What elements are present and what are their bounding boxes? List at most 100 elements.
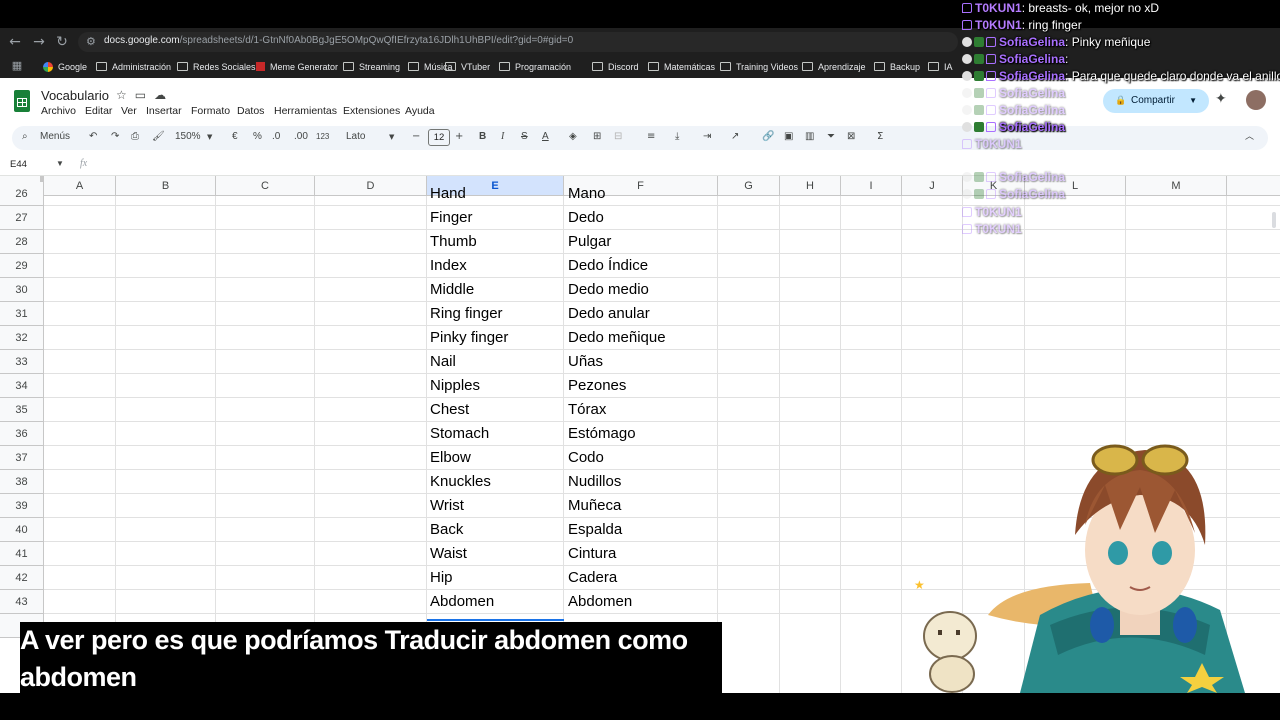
text-wrap-icon[interactable]: ⇥ xyxy=(703,129,711,145)
cell-spanish[interactable]: Pezones xyxy=(568,374,626,398)
column-header-i[interactable]: I xyxy=(841,176,902,196)
row-header[interactable]: 30 xyxy=(0,278,44,302)
cell-spanish[interactable]: Abdomen xyxy=(568,590,632,614)
name-box[interactable]: E44 xyxy=(10,159,27,170)
reload-icon[interactable]: ↻ xyxy=(53,33,71,51)
cell-spanish[interactable]: Uñas xyxy=(568,350,603,374)
vertical-align-icon[interactable]: ⤓ xyxy=(675,129,679,145)
row-header[interactable]: 27 xyxy=(0,206,44,230)
decrease-font-size-icon[interactable]: − xyxy=(412,129,420,145)
menu-ver[interactable]: Ver xyxy=(121,105,137,117)
row-header[interactable]: 36 xyxy=(0,422,44,446)
chevron-down-icon[interactable]: ▼ xyxy=(389,129,394,145)
search-menus-input[interactable]: Menús xyxy=(40,129,70,145)
row-header[interactable]: 40 xyxy=(0,518,44,542)
column-header-h[interactable]: H xyxy=(780,176,841,196)
menu-archivo[interactable]: Archivo xyxy=(41,105,76,117)
column-header-d[interactable]: D xyxy=(315,176,427,196)
menu-ayuda[interactable]: Ayuda xyxy=(405,105,435,117)
apps-grid-icon[interactable]: ▦ xyxy=(8,57,26,75)
filter-icon[interactable]: ⏷ xyxy=(827,129,835,145)
cell-spanish[interactable]: Muñeca xyxy=(568,494,621,518)
filter-views-icon[interactable]: ⊠ xyxy=(847,129,855,145)
increase-decimals-button[interactable]: .00 xyxy=(294,129,308,145)
menu-editar[interactable]: Editar xyxy=(85,105,112,117)
row-header[interactable]: 43 xyxy=(0,590,44,614)
menu-herramientas[interactable]: Herramientas xyxy=(274,105,337,117)
cell-spanish[interactable]: Cadera xyxy=(568,566,617,590)
print-icon[interactable]: ⎙ xyxy=(131,129,139,145)
row-header[interactable]: 26 xyxy=(0,182,44,206)
row-header[interactable]: 39 xyxy=(0,494,44,518)
bookmark-training-videos[interactable]: Training Videos xyxy=(720,60,798,74)
cell-english[interactable]: Middle xyxy=(430,278,474,302)
cell-english[interactable]: Abdomen xyxy=(430,590,494,614)
redo-icon[interactable]: ↷ xyxy=(111,129,119,145)
bookmark-streaming[interactable]: Streaming xyxy=(343,60,400,74)
bookmark-aprendizaje[interactable]: Aprendizaje xyxy=(802,60,866,74)
cell-spanish[interactable]: Nudillos xyxy=(568,470,621,494)
cell-spanish[interactable]: Codo xyxy=(568,446,604,470)
column-header-g[interactable]: G xyxy=(718,176,780,196)
text-rotation-icon[interactable]: ↗ xyxy=(731,129,739,145)
text-color-icon[interactable]: A xyxy=(542,129,549,145)
row-header[interactable]: 28 xyxy=(0,230,44,254)
cell-english[interactable]: Pinky finger xyxy=(430,326,508,350)
cell-english[interactable]: Thumb xyxy=(430,230,477,254)
bold-icon[interactable]: B xyxy=(479,129,486,145)
cell-spanish[interactable]: Estómago xyxy=(568,422,636,446)
cell-english[interactable]: Nail xyxy=(430,350,456,374)
insert-comment-icon[interactable]: ▣ xyxy=(784,129,793,145)
bookmark-ia[interactable]: IA xyxy=(928,60,953,74)
cell-spanish[interactable]: Pulgar xyxy=(568,230,611,254)
cell-english[interactable]: Stomach xyxy=(430,422,489,446)
document-title[interactable]: Vocabulario xyxy=(41,88,109,103)
column-header-j[interactable]: J xyxy=(902,176,963,196)
cell-english[interactable]: Back xyxy=(430,518,463,542)
move-folder-icon[interactable]: ▭ xyxy=(135,88,154,102)
menu-datos[interactable]: Datos xyxy=(237,105,264,117)
cell-english[interactable]: Finger xyxy=(430,206,473,230)
bookmark-redes-sociales[interactable]: Redes Sociales xyxy=(177,60,256,74)
font-select[interactable]: Lato xyxy=(346,129,365,145)
cell-english[interactable]: Index xyxy=(430,254,467,278)
bookmark-vtuber[interactable]: VTuber xyxy=(445,60,490,74)
star-icon[interactable]: ☆ xyxy=(116,88,135,102)
merge-cells-icon[interactable]: ⊟ xyxy=(614,129,622,145)
bookmark-administracion[interactable]: Administración xyxy=(96,60,171,74)
row-header[interactable]: 35 xyxy=(0,398,44,422)
cell-spanish[interactable]: Mano xyxy=(568,182,606,206)
undo-icon[interactable]: ↶ xyxy=(89,129,97,145)
forward-icon[interactable]: → xyxy=(30,33,48,51)
row-header[interactable]: 34 xyxy=(0,374,44,398)
cell-spanish[interactable]: Espalda xyxy=(568,518,622,542)
menu-formato[interactable]: Formato xyxy=(191,105,230,117)
sheets-logo-icon[interactable] xyxy=(14,90,30,112)
cell-english[interactable]: Elbow xyxy=(430,446,471,470)
cell-english[interactable]: Chest xyxy=(430,398,469,422)
row-header[interactable]: 38 xyxy=(0,470,44,494)
address-url[interactable]: docs.google.com/spreadsheets/d/1-GtnNf0A… xyxy=(104,35,573,46)
search-icon[interactable]: ⌕ xyxy=(22,129,28,145)
site-info-icon[interactable]: ⚙ xyxy=(86,33,96,51)
column-header-b[interactable]: B xyxy=(116,176,216,196)
bookmark-matematicas[interactable]: Matemáticas xyxy=(648,60,715,74)
menu-insertar[interactable]: Insertar xyxy=(146,105,182,117)
insert-link-icon[interactable]: 🔗 xyxy=(762,129,774,145)
format-percent-button[interactable]: % xyxy=(253,129,262,145)
zoom-select[interactable]: 150% xyxy=(175,129,201,145)
cell-spanish[interactable]: Dedo medio xyxy=(568,278,649,302)
menu-extensiones[interactable]: Extensiones xyxy=(343,105,400,117)
chevron-down-icon[interactable]: ▼ xyxy=(207,129,212,145)
number-format-button[interactable]: 123 xyxy=(316,129,329,145)
borders-icon[interactable]: ⊞ xyxy=(593,129,601,145)
italic-icon[interactable]: I xyxy=(501,129,504,145)
column-header-c[interactable]: C xyxy=(216,176,315,196)
cell-english[interactable]: Knuckles xyxy=(430,470,491,494)
bookmark-meme-generator[interactable]: Meme Generator xyxy=(256,60,338,74)
paint-format-icon[interactable]: 🖌 xyxy=(152,129,165,145)
cell-spanish[interactable]: Tórax xyxy=(568,398,606,422)
align-left-icon[interactable]: ≡ xyxy=(647,129,655,145)
increase-font-size-icon[interactable]: + xyxy=(455,129,463,145)
row-header[interactable]: 42 xyxy=(0,566,44,590)
